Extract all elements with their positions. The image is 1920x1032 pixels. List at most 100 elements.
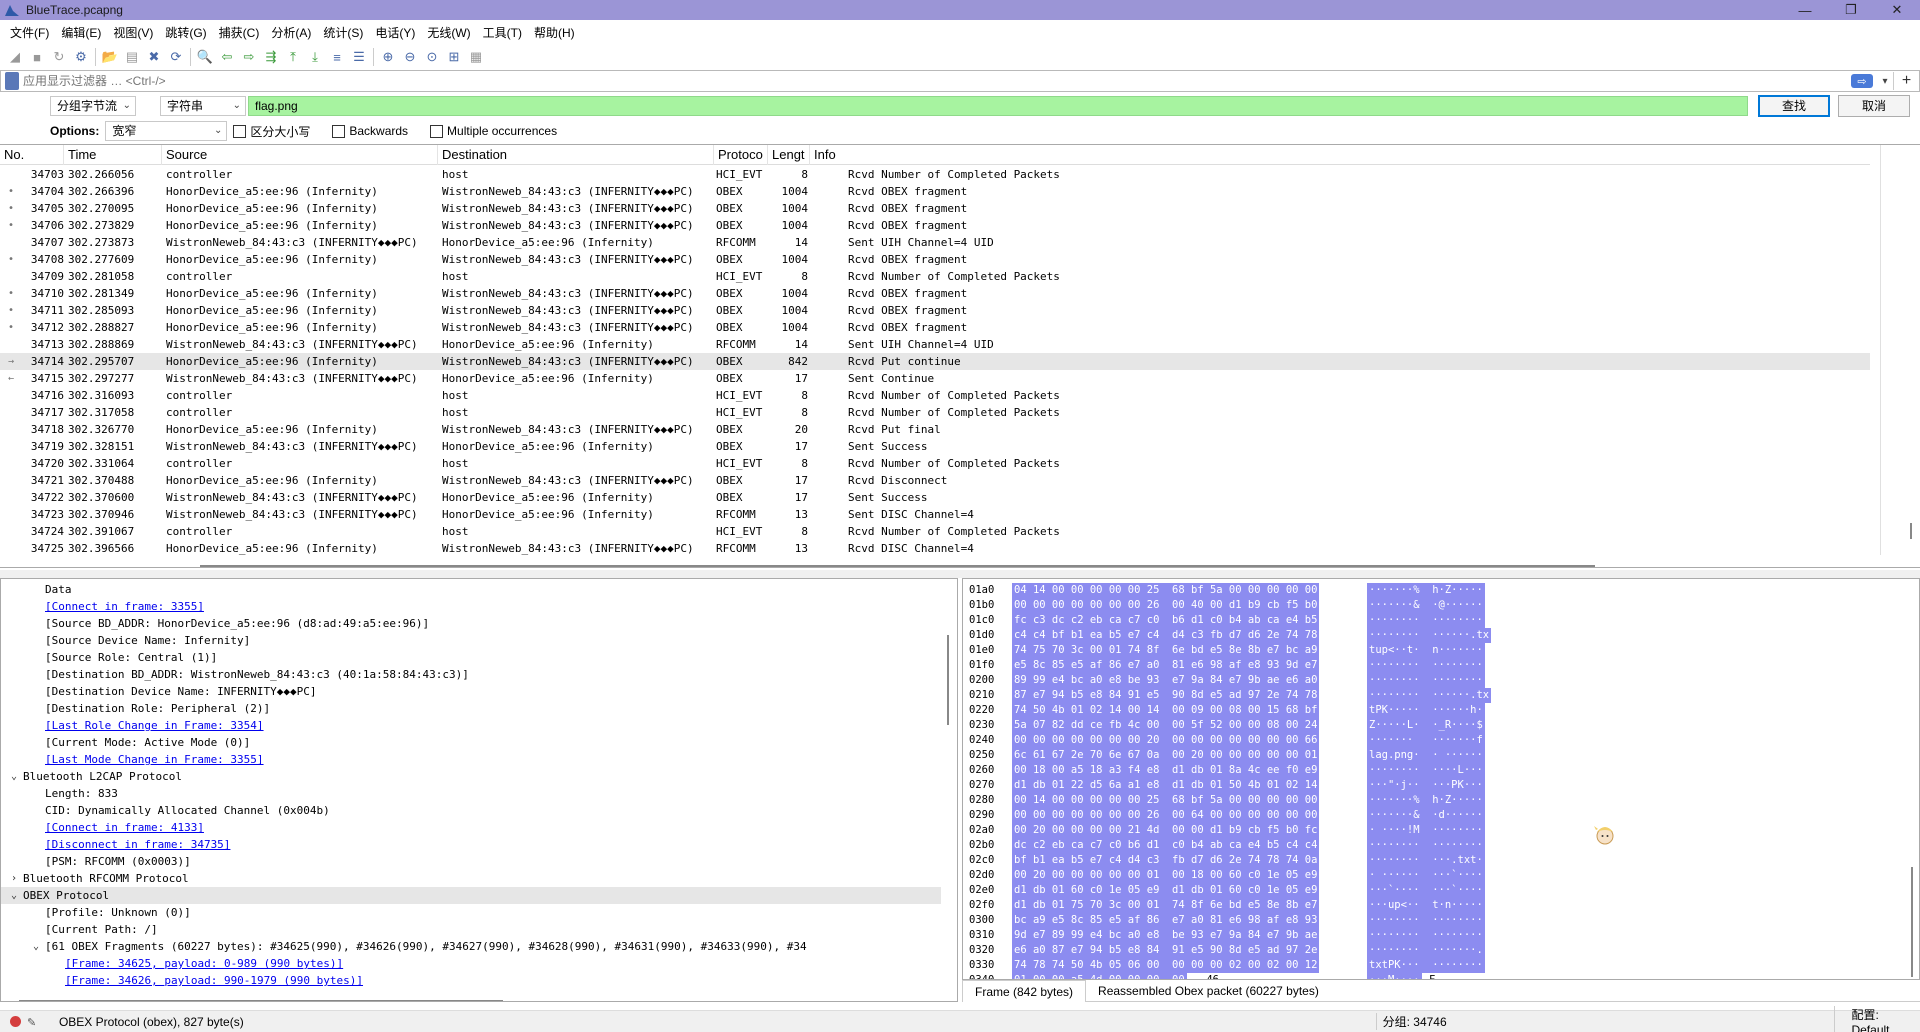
hex-bytes[interactable]: e6 a0 87 e7 94 b5 e8 84 91 e5 90 8d e5 a…: [1012, 943, 1320, 958]
ascii-bytes[interactable]: ···`···· ···`····: [1367, 883, 1485, 898]
packet-row[interactable]: 34720 302.331064 controller host HCI_EVT 8 Rcv…: [0, 455, 1870, 472]
menu-help[interactable]: 帮助(H): [528, 22, 581, 44]
hex-row[interactable]: 02d0 00 20 00 00 00 00 00 01 00 18 00 60 …: [963, 868, 1919, 883]
menu-statistics[interactable]: 统计(S): [317, 22, 369, 44]
find-packet-icon[interactable]: 🔍: [194, 47, 216, 67]
go-last-icon[interactable]: ⤓: [304, 47, 326, 67]
hex-bytes[interactable]: 89 99 e4 bc a0 e8 be 93 e7 9a 84 e7 9b a…: [1012, 673, 1320, 688]
detail-tree-row[interactable]: [Last Mode Change in Frame: 3355]: [1, 751, 941, 768]
cancel-button[interactable]: 取消: [1838, 95, 1910, 117]
checkbox-box[interactable]: [332, 124, 346, 138]
hex-row[interactable]: 01c0 fc c3 dc c2 eb ca c7 c0 b6 d1 c0 b4 …: [963, 613, 1919, 628]
detail-tree-row[interactable]: › Bluetooth RFCOMM Protocol: [1, 870, 941, 887]
menu-file[interactable]: 文件(F): [4, 22, 55, 44]
hex-bytes[interactable]: d1 db 01 22 d5 6a a1 e8 d1 db 01 50 4b 0…: [1012, 778, 1320, 793]
zoom-out-icon[interactable]: ⊖: [399, 47, 421, 67]
capture-options-icon[interactable]: ⚙: [70, 47, 92, 67]
hex-bytes[interactable]: bc a9 e5 8c 85 e5 af 86 e7 a0 81 e6 98 a…: [1012, 913, 1320, 928]
reload-file-icon[interactable]: ⟳: [165, 47, 187, 67]
apply-filter-icon[interactable]: ⇨: [1851, 74, 1873, 88]
restart-capture-icon[interactable]: ↻: [48, 47, 70, 67]
column-header-source[interactable]: Source: [162, 145, 438, 165]
detail-tree-row[interactable]: [Frame: 34625, payload: 0-989 (990 bytes…: [1, 955, 941, 972]
hex-row[interactable]: 0290 00 00 00 00 00 00 00 26 00 64 00 00 …: [963, 808, 1919, 823]
menu-view[interactable]: 视图(V): [107, 22, 159, 44]
ascii-bytes[interactable]: ········ ·······.: [1367, 943, 1485, 958]
hex-bytes[interactable]: 00 00 00 00 00 00 00 26 00 40 00 d1 b9 c…: [1012, 598, 1320, 613]
detail-tree-row[interactable]: ⌄ Bluetooth L2CAP Protocol: [1, 768, 941, 785]
ascii-bytes[interactable]: ·······& ·d······: [1367, 808, 1485, 823]
resize-columns-icon[interactable]: ⊞: [443, 47, 465, 67]
packet-row[interactable]: 34713 302.288869 WistronNeweb_84:43:c3 (IN…: [0, 336, 1870, 353]
capture-comment-icon[interactable]: ✎: [27, 1016, 39, 1029]
checkbox-box[interactable]: [430, 124, 444, 138]
close-button[interactable]: ✕: [1874, 0, 1920, 20]
hex-row[interactable]: 01a0 04 14 00 00 00 00 00 25 68 bf 5a 00 …: [963, 583, 1919, 598]
ascii-bytes[interactable]: lag.png· · ······: [1367, 748, 1485, 763]
column-header-info[interactable]: Info: [810, 145, 1870, 165]
ascii-bytes[interactable]: ········ ········: [1367, 838, 1485, 853]
packet-row[interactable]: 34724 302.391067 controller host HCI_EVT 8 Rcv…: [0, 523, 1870, 540]
ascii-bytes[interactable]: ······· ·······f: [1367, 733, 1485, 748]
hex-bytes[interactable]: 00 20 00 00 00 00 21 4d 00 00 d1 b9 cb f…: [1012, 823, 1320, 838]
detail-tree-row[interactable]: [Disconnect in frame: 34735]: [1, 836, 941, 853]
detail-tree-row[interactable]: ⌄ [61 OBEX Fragments (60227 bytes): #3462…: [1, 938, 941, 955]
detail-tree-row[interactable]: ⌄ OBEX Protocol: [1, 887, 941, 904]
status-profile[interactable]: 配置: Default: [1834, 1006, 1920, 1032]
hex-bytes[interactable]: 87 e7 94 b5 e8 84 91 e5 90 8d e5 ad 97 2…: [1012, 688, 1320, 703]
ascii-bytes[interactable]: ········ ········: [1367, 913, 1485, 928]
hex-bytes[interactable]: 04 14 00 00 00 00 00 25 68 bf 5a 00 00 0…: [1012, 583, 1320, 598]
details-scrollbar-thumb[interactable]: [947, 635, 949, 725]
hex-bytes[interactable]: 00 14 00 00 00 00 00 25 68 bf 5a 00 00 0…: [1012, 793, 1320, 808]
ascii-bytes[interactable]: ···M····: [1367, 973, 1422, 979]
hex-row[interactable]: 0250 6c 61 67 2e 70 6e 67 0a 00 20 00 00 …: [963, 748, 1919, 763]
frame-link[interactable]: [Connect in frame: 3355]: [45, 598, 204, 615]
packet-row[interactable]: 34718 302.326770 HonorDevice_a5:ee:96 (Inf…: [0, 421, 1870, 438]
maximize-button[interactable]: ❐: [1828, 0, 1874, 20]
detail-tree-row[interactable]: [Source Device Name: Infernity]: [1, 632, 941, 649]
display-filter-input[interactable]: [23, 74, 1851, 88]
column-header-length[interactable]: Lengt: [768, 145, 810, 165]
hex-row[interactable]: 0210 87 e7 94 b5 e8 84 91 e5 90 8d e5 ad …: [963, 688, 1919, 703]
layout-icon[interactable]: ▦: [465, 47, 487, 67]
ascii-bytes[interactable]: ········ ······.tx: [1367, 628, 1492, 643]
bytes-scrollbar-thumb[interactable]: [1911, 867, 1913, 977]
ascii-bytes[interactable]: ·······% h·Z·····: [1367, 793, 1485, 808]
hex-row[interactable]: 0280 00 14 00 00 00 00 00 25 68 bf 5a 00 …: [963, 793, 1919, 808]
ascii-bytes-unselected[interactable]: F: [1429, 973, 1435, 979]
hex-row[interactable]: 0310 9d e7 89 99 e4 bc a0 e8 be 93 e7 9a …: [963, 928, 1919, 943]
menu-tools[interactable]: 工具(T): [477, 22, 528, 44]
detail-tree-row[interactable]: [Frame: 34626, payload: 990-1979 (990 by…: [1, 972, 941, 989]
frame-link[interactable]: [Frame: 34625, payload: 0-989 (990 bytes…: [65, 955, 343, 972]
packet-row[interactable]: 34719 302.328151 WistronNeweb_84:43:c3 (IN…: [0, 438, 1870, 455]
column-header-no[interactable]: No.: [0, 145, 64, 165]
menu-wireless[interactable]: 无线(W): [421, 22, 476, 44]
hex-row[interactable]: 02c0 bf b1 ea b5 e7 c4 d4 c3 fb d7 d6 2e …: [963, 853, 1919, 868]
hex-row[interactable]: 01f0 e5 8c 85 e5 af 86 e7 a0 81 e6 98 af …: [963, 658, 1919, 673]
checkbox-box[interactable]: [233, 124, 247, 138]
hex-bytes[interactable]: 74 78 74 50 4b 05 06 00 00 00 00 02 00 0…: [1012, 958, 1320, 973]
minimize-button[interactable]: —: [1782, 0, 1828, 20]
filter-bookmark-icon[interactable]: [5, 72, 19, 90]
add-filter-button[interactable]: +: [1893, 72, 1919, 90]
collapse-arrow-icon[interactable]: ⌄: [29, 938, 43, 955]
expand-arrow-icon[interactable]: ›: [7, 870, 21, 887]
ascii-bytes[interactable]: ·······% h·Z·····: [1367, 583, 1485, 598]
open-file-icon[interactable]: 📂: [99, 47, 121, 67]
detail-tree-row[interactable]: [Destination Device Name: INFERNITY◆◆◆PC…: [1, 683, 941, 700]
go-to-packet-icon[interactable]: ⇶: [260, 47, 282, 67]
tab-frame-bytes[interactable]: Frame (842 bytes): [962, 979, 1087, 1002]
close-file-icon[interactable]: ✖: [143, 47, 165, 67]
hex-row[interactable]: 02f0 d1 db 01 75 70 3c 00 01 74 8f 6e bd …: [963, 898, 1919, 913]
ascii-bytes[interactable]: ···"·j·· ···PK···: [1367, 778, 1485, 793]
menu-go[interactable]: 跳转(G): [159, 22, 212, 44]
detail-tree-row[interactable]: Data: [1, 581, 941, 598]
backwards-checkbox[interactable]: Backwards: [332, 124, 408, 138]
detail-tree-row[interactable]: [Profile: Unknown (0)]: [1, 904, 941, 921]
hex-row[interactable]: 0230 5a 07 82 dd ce fb 4c 00 00 5f 52 00 …: [963, 718, 1919, 733]
hex-row[interactable]: 0200 89 99 e4 bc a0 e8 be 93 e7 9a 84 e7 …: [963, 673, 1919, 688]
hex-bytes[interactable]: 00 18 00 a5 18 a3 f4 e8 d1 db 01 8a 4c e…: [1012, 763, 1320, 778]
zoom-in-icon[interactable]: ⊕: [377, 47, 399, 67]
packet-row[interactable]: • 34708 302.277609 HonorDevice_a5:ee:96 (In…: [0, 251, 1870, 268]
packet-list-scrollbar[interactable]: [1880, 145, 1920, 555]
